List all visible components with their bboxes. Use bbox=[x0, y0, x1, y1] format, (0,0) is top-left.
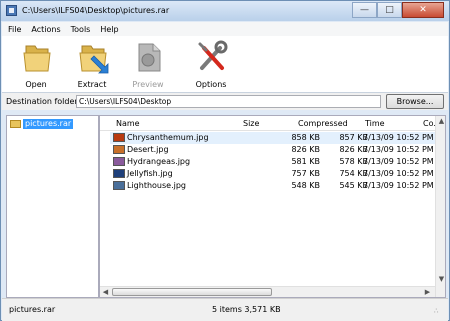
tree-item-label: pictures.rar bbox=[23, 118, 74, 129]
folder-icon bbox=[10, 119, 21, 128]
tree-item-archive[interactable]: pictures.rar bbox=[10, 118, 74, 129]
folder-tree[interactable]: pictures.rar bbox=[6, 115, 99, 298]
maximize-button[interactable]: □ bbox=[377, 2, 402, 18]
extract-button[interactable]: Extract bbox=[67, 38, 117, 90]
column-time[interactable]: Time bbox=[365, 119, 385, 128]
file-time: 7/13/09 10:52 PM bbox=[363, 145, 434, 154]
file-size: 757 KB bbox=[291, 169, 320, 178]
app-window: C:\Users\ILFS04\Desktop\pictures.rar — □… bbox=[0, 0, 450, 321]
destination-input[interactable]: C:\Users\ILFS04\Desktop bbox=[76, 95, 381, 108]
image-file-icon bbox=[113, 133, 125, 142]
tools-icon bbox=[198, 40, 228, 70]
file-name: Chrysanthemum.jpg bbox=[127, 133, 209, 142]
open-button[interactable]: Open bbox=[11, 38, 61, 90]
file-name: Jellyfish.jpg bbox=[127, 169, 173, 178]
options-label: Options bbox=[195, 80, 227, 89]
status-archive: pictures.rar bbox=[9, 305, 56, 314]
horizontal-scroll-thumb[interactable] bbox=[112, 288, 272, 296]
scroll-left-icon[interactable]: ◀ bbox=[100, 287, 111, 297]
caption-buttons: — □ ✕ bbox=[352, 2, 444, 18]
scroll-right-icon[interactable]: ▶ bbox=[422, 287, 433, 297]
horizontal-scrollbar[interactable]: ◀ ▶ bbox=[100, 286, 435, 297]
app-icon bbox=[6, 5, 17, 16]
open-label: Open bbox=[25, 80, 47, 89]
extract-label: Extract bbox=[77, 80, 107, 89]
file-name: Lighthouse.jpg bbox=[127, 181, 187, 190]
menu-file[interactable]: File bbox=[2, 25, 25, 34]
menu-actions[interactable]: Actions bbox=[25, 25, 64, 34]
file-name: Hydrangeas.jpg bbox=[127, 157, 191, 166]
resize-grip-icon[interactable]: ∴ bbox=[434, 307, 444, 317]
scroll-down-icon[interactable]: ▼ bbox=[436, 274, 445, 285]
menu-help[interactable]: Help bbox=[94, 25, 122, 34]
folder-open-icon bbox=[23, 45, 51, 72]
title-bar[interactable]: C:\Users\ILFS04\Desktop\pictures.rar — □… bbox=[1, 1, 449, 21]
menu-tools[interactable]: Tools bbox=[65, 25, 95, 34]
scroll-up-icon[interactable]: ▲ bbox=[436, 116, 445, 127]
maximize-icon: □ bbox=[385, 5, 394, 15]
file-size: 826 KB bbox=[291, 145, 320, 154]
image-file-icon bbox=[113, 181, 125, 190]
browse-button[interactable]: Browse... bbox=[386, 94, 444, 109]
minimize-icon: — bbox=[360, 5, 369, 15]
menu-bar: File Actions Tools Help bbox=[2, 22, 448, 36]
close-button[interactable]: ✕ bbox=[402, 2, 444, 18]
status-summary: 5 items 3,571 KB bbox=[212, 305, 281, 314]
options-button[interactable]: Options bbox=[186, 38, 236, 90]
list-header: Name Size Compressed Time Co... bbox=[100, 116, 445, 131]
column-size[interactable]: Size bbox=[243, 119, 259, 128]
image-file-icon bbox=[113, 169, 125, 178]
status-bar: pictures.rar 5 items 3,571 KB ∴ bbox=[2, 298, 448, 321]
destination-row: Destination folder: C:\Users\ILFS04\Desk… bbox=[2, 93, 448, 110]
file-time: 7/13/09 10:52 PM bbox=[363, 181, 434, 190]
table-row[interactable]: Desert.jpg 826 KB 826 KB 7/13/09 10:52 P… bbox=[110, 144, 445, 156]
preview-button[interactable]: Preview bbox=[123, 38, 173, 90]
table-row[interactable]: Lighthouse.jpg 548 KB 545 KB 7/13/09 10:… bbox=[110, 180, 445, 192]
file-compressed: 857 KB bbox=[339, 133, 368, 142]
file-time: 7/13/09 10:52 PM bbox=[363, 157, 434, 166]
file-compressed: 578 KB bbox=[339, 157, 368, 166]
file-time: 7/13/09 10:52 PM bbox=[363, 133, 434, 142]
file-compressed: 754 KB bbox=[339, 169, 368, 178]
table-row[interactable]: Jellyfish.jpg 757 KB 754 KB 7/13/09 10:5… bbox=[110, 168, 445, 180]
destination-label: Destination folder: bbox=[6, 97, 81, 106]
vertical-scrollbar[interactable]: ▲ ▼ bbox=[435, 116, 445, 297]
file-size: 858 KB bbox=[291, 133, 320, 142]
window-title: C:\Users\ILFS04\Desktop\pictures.rar bbox=[22, 6, 170, 15]
file-time: 7/13/09 10:52 PM bbox=[363, 169, 434, 178]
preview-icon bbox=[138, 43, 161, 72]
file-size: 581 KB bbox=[291, 157, 320, 166]
table-row[interactable]: Chrysanthemum.jpg 858 KB 857 KB 7/13/09 … bbox=[110, 132, 445, 144]
file-size: 548 KB bbox=[291, 181, 320, 190]
file-name: Desert.jpg bbox=[127, 145, 169, 154]
preview-label: Preview bbox=[132, 80, 164, 89]
file-list: Name Size Compressed Time Co... Chrysant… bbox=[99, 115, 446, 298]
image-file-icon bbox=[113, 157, 125, 166]
file-compressed: 826 KB bbox=[339, 145, 368, 154]
close-icon: ✕ bbox=[419, 5, 427, 15]
extract-icon bbox=[79, 45, 109, 74]
toolbar: Open Extract Preview Options bbox=[2, 36, 448, 93]
image-file-icon bbox=[113, 145, 125, 154]
column-name[interactable]: Name bbox=[116, 119, 140, 128]
minimize-button[interactable]: — bbox=[352, 2, 377, 18]
file-compressed: 545 KB bbox=[339, 181, 368, 190]
column-compressed[interactable]: Compressed bbox=[298, 119, 348, 128]
table-row[interactable]: Hydrangeas.jpg 581 KB 578 KB 7/13/09 10:… bbox=[110, 156, 445, 168]
